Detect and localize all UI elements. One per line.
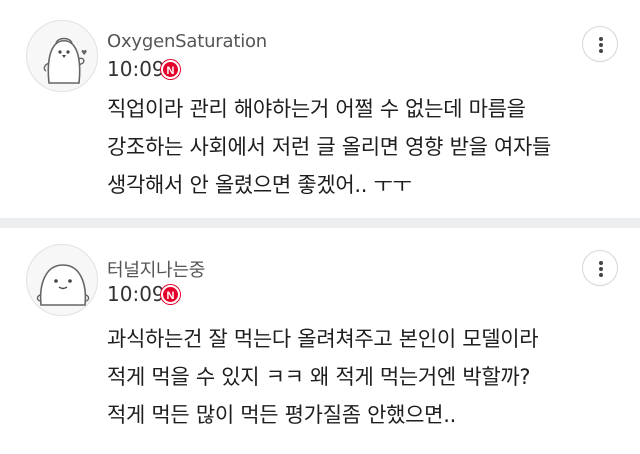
comment-body: 직업이라 관리 해야하는거 어쩔 수 없는데 마름을 강조하는 사회에서 저런 …	[107, 90, 616, 204]
new-badge: N	[161, 285, 180, 304]
comment-author[interactable]: 터널지나는중	[107, 256, 205, 282]
comment-line: 강조하는 사회에서 저런 글 올리면 영향 받을 여자들	[107, 135, 552, 159]
comment-line: 적게 먹든 많이 먹든 평가질좀 안했으면..	[107, 403, 456, 427]
more-options-button[interactable]	[582, 250, 618, 286]
comment-line: 생각해서 안 올렸으면 좋겠어.. ㅜㅜ	[107, 173, 412, 197]
comment-line: 과식하는건 잘 먹는다 올려쳐주고 본인이 모델이라	[107, 327, 539, 351]
more-options-button[interactable]	[582, 26, 618, 62]
comment-time: 10:09	[107, 282, 165, 306]
comment-divider	[0, 218, 640, 228]
comment-item: ♥ OxygenSaturation 10:09 N 직업이라 관리 해야하는거…	[0, 0, 640, 218]
comment-time: 10:09	[107, 57, 165, 81]
more-vertical-icon	[599, 261, 603, 265]
comment-item: 터널지나는중 10:09 N 과식하는건 잘 먹는다 올려쳐주고 본인이 모델이…	[0, 228, 640, 454]
new-badge: N	[161, 60, 180, 79]
comment-line: 직업이라 관리 해야하는거 어쩔 수 없는데 마름을	[107, 97, 526, 121]
comment-author[interactable]: OxygenSaturation	[107, 31, 267, 52]
comment-body: 과식하는건 잘 먹는다 올려쳐주고 본인이 모델이라 적게 먹을 수 있지 ㅋㅋ…	[107, 320, 616, 434]
more-vertical-icon	[599, 37, 603, 41]
comment-line: 적게 먹을 수 있지 ㅋㅋ 왜 적게 먹는거엔 박할까?	[107, 365, 531, 389]
penguin-avatar-icon[interactable]: ♥	[26, 20, 98, 92]
svg-text:♥: ♥	[81, 49, 87, 57]
blob-avatar-icon[interactable]	[26, 244, 98, 316]
